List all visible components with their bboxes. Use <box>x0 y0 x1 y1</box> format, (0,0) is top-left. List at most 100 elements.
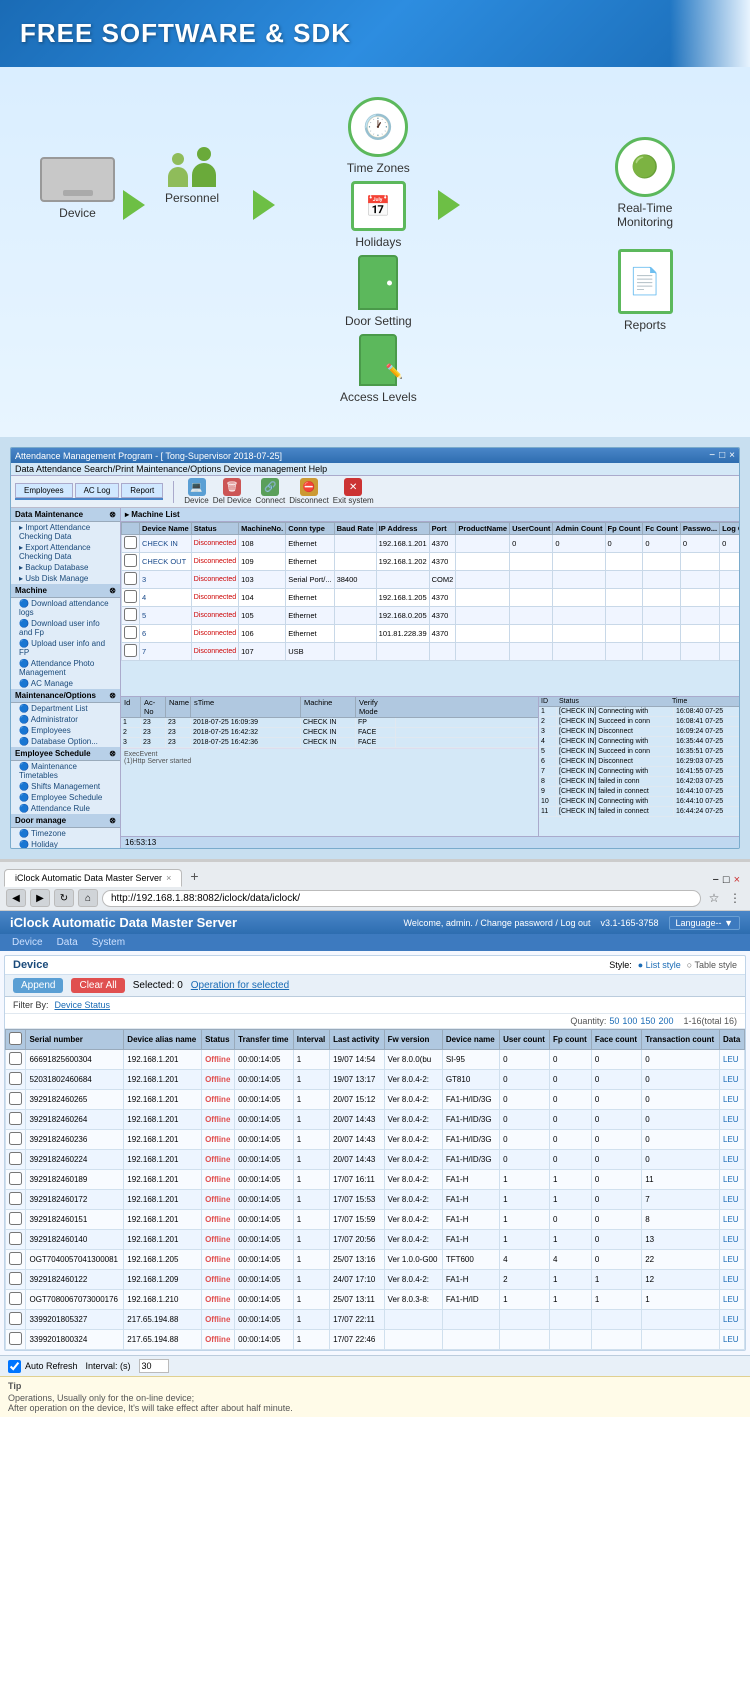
sidebar-item-timezone[interactable]: 🔵 Timezone <box>11 828 120 839</box>
select-all-cb[interactable] <box>9 1032 22 1045</box>
sidebar-item-emp-sched[interactable]: 🔵 Employee Schedule <box>11 792 120 803</box>
sidebar-section-schedule[interactable]: Employee Schedule⊗ <box>11 747 120 761</box>
back-btn[interactable]: ◀ <box>6 889 26 907</box>
menu-icon[interactable]: ⋮ <box>726 889 744 907</box>
sidebar-item-export[interactable]: ▸ Export Attendance Checking Data <box>11 542 120 562</box>
device-cb[interactable] <box>9 1252 22 1265</box>
device-cb[interactable] <box>9 1212 22 1225</box>
home-btn[interactable]: ⌂ <box>78 889 98 907</box>
qty-label: Quantity: <box>570 1016 606 1026</box>
tab-report[interactable]: Report <box>121 483 163 498</box>
row-cb[interactable] <box>124 536 137 549</box>
sidebar-section-machine[interactable]: Machine⊗ <box>11 584 120 598</box>
sidebar-item-timetables[interactable]: 🔵 Maintenance Timetables <box>11 761 120 781</box>
row-cb[interactable] <box>124 554 137 567</box>
qty-100[interactable]: 100 <box>622 1016 637 1026</box>
event-row: 9 [CHECK IN] failed in connect 16:44:10 … <box>539 787 739 797</box>
device-cb[interactable] <box>9 1172 22 1185</box>
device-cb[interactable] <box>9 1312 22 1325</box>
device-cb[interactable] <box>9 1332 22 1345</box>
win-maximize[interactable]: □ <box>719 450 725 461</box>
reports-item: 📄 Reports <box>618 249 673 332</box>
sidebar-item-import[interactable]: ▸ Import Attendance Checking Data <box>11 522 120 542</box>
sidebar-item-dl-logs[interactable]: 🔵 Download attendance logs <box>11 598 120 618</box>
qty-200[interactable]: 200 <box>658 1016 673 1026</box>
page-info: 1-16(total 16) <box>683 1016 737 1026</box>
forward-btn[interactable]: ▶ <box>30 889 50 907</box>
sidebar-item-usb[interactable]: ▸ Usb Disk Manage <box>11 573 120 584</box>
tip-section: Tip Operations, Usually only for the on-… <box>0 1376 750 1417</box>
row-cb[interactable] <box>124 626 137 639</box>
device-cb[interactable] <box>9 1132 22 1145</box>
new-tab-btn[interactable]: + <box>184 866 204 886</box>
ith-fw: Fw version <box>384 1030 442 1050</box>
refresh-btn[interactable]: ↻ <box>54 889 74 907</box>
device-cb[interactable] <box>9 1072 22 1085</box>
sidebar-item-admin[interactable]: 🔵 Administrator <box>11 714 120 725</box>
btn-connect[interactable]: 🔗 Connect <box>255 478 285 505</box>
sidebar-item-ul-user[interactable]: 🔵 Upload user info and FP <box>11 638 120 658</box>
append-btn[interactable]: Append <box>13 978 63 993</box>
device-cb[interactable] <box>9 1272 22 1285</box>
tab-aclog[interactable]: AC Log <box>75 483 120 498</box>
door-label: Door Setting <box>345 314 412 328</box>
sidebar-item-photo[interactable]: 🔵 Attendance Photo Management <box>11 658 120 678</box>
time-zones-label: Time Zones <box>347 161 410 175</box>
ith-last: Last activity <box>330 1030 385 1050</box>
win-minimize[interactable]: − <box>709 450 715 461</box>
row-cb[interactable] <box>124 590 137 603</box>
row-cb[interactable] <box>124 572 137 585</box>
sidebar-item-shifts[interactable]: 🔵 Shifts Management <box>11 781 120 792</box>
qty-150[interactable]: 150 <box>640 1016 655 1026</box>
sidebar-section-door[interactable]: Door manage⊗ <box>11 814 120 828</box>
sidebar-item-db[interactable]: 🔵 Database Option... <box>11 736 120 747</box>
btn-del-device[interactable]: 🗑 Del Device <box>213 478 252 505</box>
nav-data[interactable]: Data <box>51 936 84 949</box>
device-cb[interactable] <box>9 1052 22 1065</box>
device-cb[interactable] <box>9 1292 22 1305</box>
th-fc: Fc Count <box>643 523 681 535</box>
btn-device[interactable]: 💻 Device <box>184 478 208 505</box>
operation-label[interactable]: Operation for selected <box>191 980 289 991</box>
row-cb[interactable] <box>124 608 137 621</box>
device-cb[interactable] <box>9 1112 22 1125</box>
nav-system[interactable]: System <box>86 936 131 949</box>
ith-cb <box>6 1030 26 1050</box>
sidebar-item-dl-user[interactable]: 🔵 Download user info and Fp <box>11 618 120 638</box>
auto-refresh-cb[interactable] <box>8 1360 21 1373</box>
browser-tab-iclock[interactable]: iClock Automatic Data Master Server × <box>4 869 182 887</box>
nav-device[interactable]: Device <box>6 936 49 949</box>
device-cb[interactable] <box>9 1092 22 1105</box>
btn-exit[interactable]: ✕ Exit system <box>333 478 374 505</box>
chrome-max[interactable]: □ <box>723 874 730 886</box>
chrome-close[interactable]: × <box>734 874 740 886</box>
clear-btn[interactable]: Clear All <box>71 978 124 993</box>
list-style-option[interactable]: ● List style <box>638 960 681 970</box>
sidebar-item-holiday[interactable]: 🔵 Holiday <box>11 839 120 848</box>
sidebar-item-dept[interactable]: 🔵 Department List <box>11 703 120 714</box>
browser-action-icons: ☆ ⋮ <box>705 889 744 907</box>
device-cb[interactable] <box>9 1232 22 1245</box>
device-cb[interactable] <box>9 1192 22 1205</box>
btn-disconnect[interactable]: ⛔ Disconnect <box>289 478 329 505</box>
sidebar: Data Maintenance⊗ ▸ Import Attendance Ch… <box>11 508 121 848</box>
interval-input[interactable] <box>139 1359 169 1373</box>
sidebar-section-maintenance[interactable]: Maintenance/Options⊗ <box>11 689 120 703</box>
tab-employees[interactable]: Employees <box>15 483 73 498</box>
address-bar[interactable] <box>102 890 701 907</box>
sidebar-item-ac[interactable]: 🔵 AC Manage <box>11 678 120 689</box>
sidebar-item-backup[interactable]: ▸ Backup Database <box>11 562 120 573</box>
sidebar-section-data[interactable]: Data Maintenance⊗ <box>11 508 120 522</box>
device-cb[interactable] <box>9 1152 22 1165</box>
qty-50[interactable]: 50 <box>609 1016 619 1026</box>
row-cb[interactable] <box>124 644 137 657</box>
star-icon[interactable]: ☆ <box>705 889 723 907</box>
chrome-min[interactable]: − <box>712 874 718 886</box>
device-icon: 💻 <box>188 478 206 496</box>
win-close[interactable]: × <box>729 450 735 461</box>
language-dropdown[interactable]: Language-- ▼ <box>669 916 740 930</box>
tab-close-btn[interactable]: × <box>166 873 171 883</box>
sidebar-item-employees[interactable]: 🔵 Employees <box>11 725 120 736</box>
sidebar-item-att-rule[interactable]: 🔵 Attendance Rule <box>11 803 120 814</box>
table-style-option[interactable]: ○ Table style <box>687 960 737 970</box>
